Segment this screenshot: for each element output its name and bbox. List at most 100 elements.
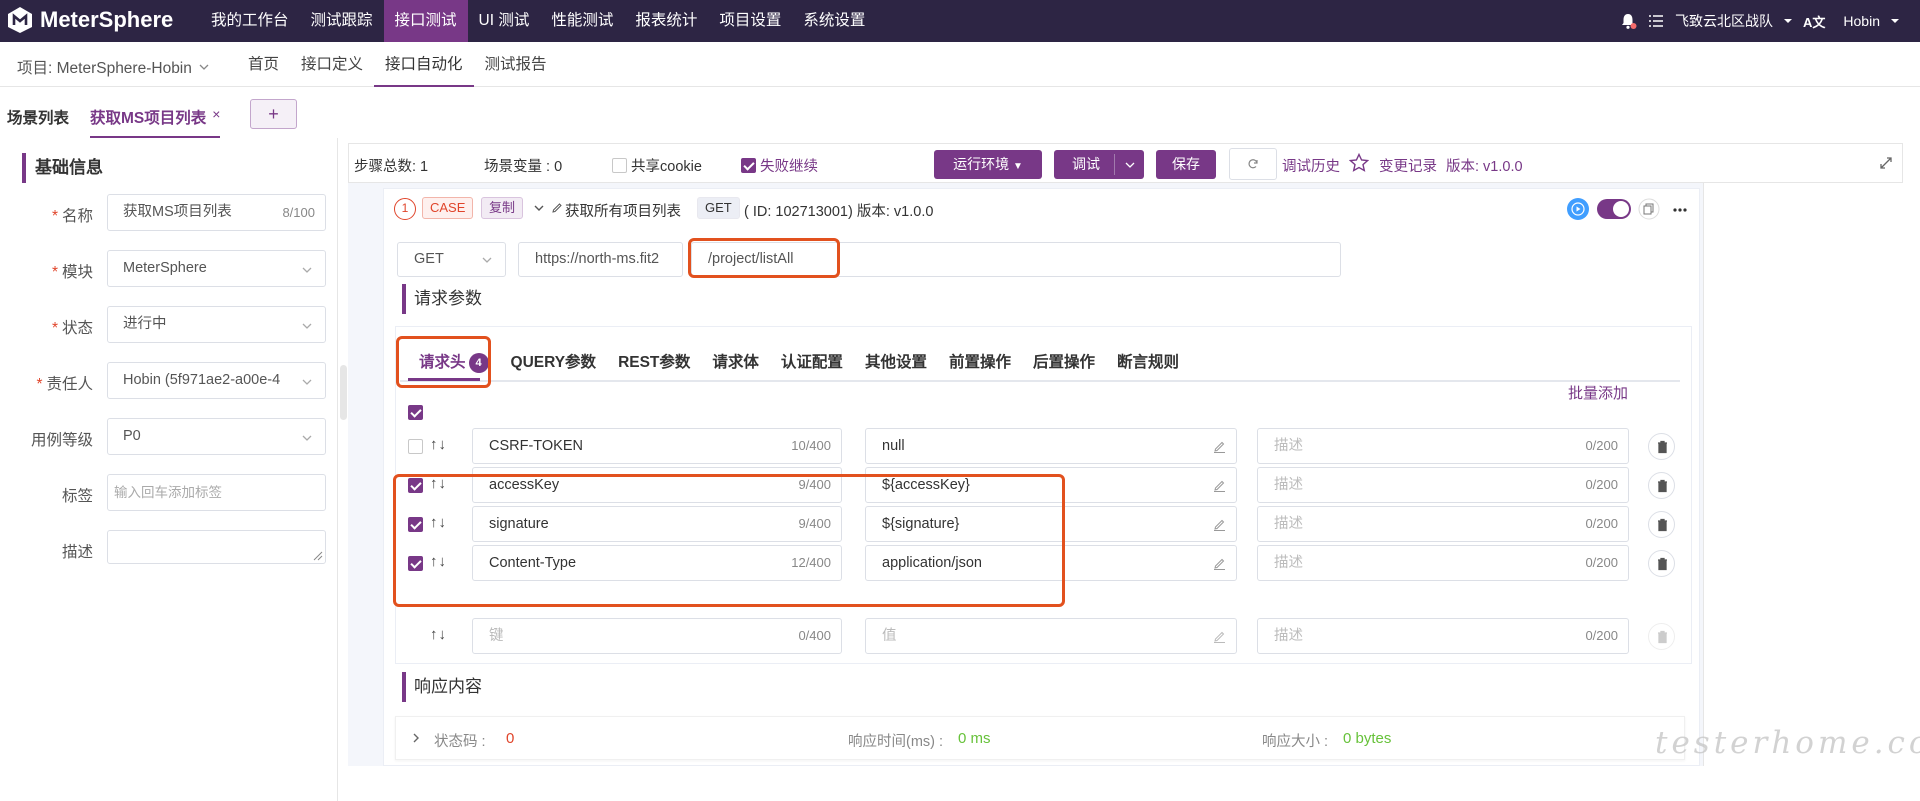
batch-add-link[interactable]: 批量添加 [1568,382,1628,403]
delete-button[interactable] [1648,623,1675,650]
checkbox[interactable] [612,158,627,173]
tab-close-icon[interactable]: × [212,106,220,136]
run-env-button[interactable]: 运行环境 ▼ [934,150,1042,179]
tags-input[interactable]: 输入回车添加标签 [107,474,326,511]
sub-tab[interactable]: 接口定义 [290,42,374,87]
scenario-variables[interactable]: 场景变量 : 0 [484,155,562,176]
new-desc-input[interactable]: 描述0/200 [1257,618,1629,654]
host-input[interactable]: https://north-ms.fit2 [518,242,683,277]
checkbox-checked[interactable] [741,158,756,173]
delete-button[interactable] [1648,550,1675,577]
param-tab[interactable]: 前置操作 [938,343,1022,380]
status-select[interactable]: 进行中 [107,306,326,343]
workspace-selector[interactable]: 飞致云北区战队 [1675,11,1773,31]
new-value-input[interactable]: 值 [865,618,1237,654]
header-key-input[interactable]: CSRF-TOKEN10/400 [472,428,842,464]
new-key-input[interactable]: 键0/400 [472,618,842,654]
steps-count: 步骤总数: 1 [354,155,428,176]
header-desc-input[interactable]: 描述0/200 [1257,467,1629,503]
chevron-right-icon[interactable] [410,732,422,744]
user-menu[interactable]: Hobin [1843,13,1880,29]
param-tab[interactable]: 认证配置 [770,343,854,380]
header-desc-input[interactable]: 描述0/200 [1257,428,1629,464]
edit-icon[interactable] [551,202,563,214]
sub-tab[interactable]: 测试报告 [474,42,558,87]
change-log-link[interactable]: 变更记录 [1379,155,1437,176]
share-cookie-checkbox[interactable]: 共享cookie [612,155,702,176]
edit-icon[interactable] [1213,479,1226,492]
nav-item[interactable]: 系统设置 [792,0,876,42]
debug-button[interactable]: 调试 [1054,150,1144,179]
star-icon[interactable] [1349,153,1369,173]
select-all-checkbox[interactable] [408,405,423,420]
nav-item[interactable]: 性能测试 [540,0,624,42]
param-tab[interactable]: 后置操作 [1022,343,1106,380]
copy-tag[interactable]: 复制 [481,197,523,219]
header-desc-input[interactable]: 描述0/200 [1257,506,1629,542]
param-tab-label: 请求体 [712,354,759,371]
caret-down-icon[interactable] [1890,16,1900,26]
header-desc-input[interactable]: 描述0/200 [1257,545,1629,581]
more-icon[interactable] [1672,207,1688,213]
method-select[interactable]: GET [397,242,506,277]
main-nav: 我的工作台测试跟踪接口测试UI 测试性能测试报表统计项目设置系统设置 [200,0,876,42]
language-switch[interactable]: A文 [1803,12,1825,31]
param-tab[interactable]: 断言规则 [1106,343,1190,380]
level-row: 用例等级 P0 [0,418,338,456]
row-checkbox[interactable] [408,439,423,454]
desc-textarea[interactable] [107,530,326,564]
step-name[interactable]: 获取所有项目列表 [565,200,681,221]
step-id-version: ( ID: 102713001) 版本: v1.0.0 [744,200,933,221]
tab-scenario-list[interactable]: 场景列表 [7,106,69,128]
owner-select[interactable]: Hobin (5f971ae2-a00e-4 [107,362,326,399]
fullscreen-icon[interactable] [1879,156,1893,170]
fail-continue-checkbox[interactable]: 失败继续 [741,155,818,176]
response-summary[interactable]: 状态码 : 0 响应时间(ms) : 0 ms 响应大小 : 0 bytes [395,716,1685,760]
resize-handle-icon[interactable] [313,551,323,561]
param-tab[interactable]: 其他设置 [854,343,938,380]
sub-tab[interactable]: 接口自动化 [374,42,474,87]
delete-button[interactable] [1648,433,1675,460]
sub-tab[interactable]: 首页 [237,42,290,87]
copy-icon[interactable] [1638,198,1660,220]
add-tab-button[interactable]: + [250,99,297,129]
module-select[interactable]: MeterSphere [107,250,326,287]
param-tab[interactable]: QUERY参数 [500,343,608,380]
param-tab[interactable]: REST参数 [607,343,701,380]
nav-item[interactable]: 我的工作台 [200,0,300,42]
bell-icon[interactable] [1619,12,1637,30]
logo[interactable]: MeterSphere [6,6,173,34]
param-tab-label: 前置操作 [949,354,1011,371]
edit-icon[interactable] [1213,518,1226,531]
nav-item[interactable]: 测试跟踪 [300,0,384,42]
delete-button[interactable] [1648,511,1675,538]
level-select[interactable]: P0 [107,418,326,455]
chevron-down-icon[interactable] [1124,159,1136,171]
nav-item[interactable]: UI 测试 [468,0,541,42]
edit-icon[interactable] [1213,557,1226,570]
delete-button[interactable] [1648,472,1675,499]
save-button[interactable]: 保存 [1156,150,1216,179]
project-selector[interactable]: 项目: MeterSphere-Hobin [17,56,210,78]
name-input[interactable]: 获取MS项目列表8/100 [107,194,326,231]
header-value-input[interactable]: null [865,428,1237,464]
param-tab[interactable]: 请求体 [701,343,770,380]
reorder-arrows-icon[interactable]: ↑↓ [430,626,447,643]
chevron-down-icon[interactable] [533,202,545,214]
debug-history-link[interactable]: 调试历史 [1282,155,1340,176]
edit-icon[interactable] [1213,630,1226,643]
edit-icon[interactable] [1213,440,1226,453]
task-list-icon[interactable] [1647,12,1665,30]
panel-resize-handle[interactable] [340,365,347,420]
caret-down-icon[interactable] [1783,16,1793,26]
tab-current-scenario[interactable]: 获取MS项目列表 × [90,98,220,138]
reorder-arrows-icon[interactable]: ↑↓ [430,436,447,453]
refresh-button[interactable] [1229,148,1277,180]
level-label: 用例等级 [31,428,93,450]
enable-switch[interactable] [1597,199,1631,219]
nav-item[interactable]: 报表统计 [624,0,708,42]
play-icon[interactable] [1566,197,1590,221]
param-tab-label: REST参数 [618,354,690,371]
nav-item[interactable]: 项目设置 [708,0,792,42]
nav-item[interactable]: 接口测试 [384,0,468,42]
